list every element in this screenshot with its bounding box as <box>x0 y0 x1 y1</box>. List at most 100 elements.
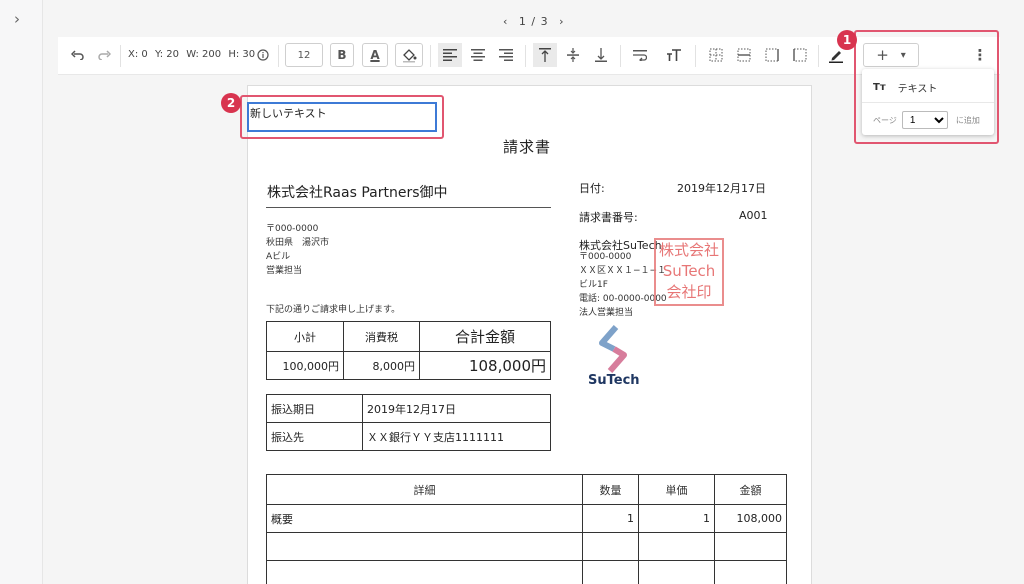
undo-icon[interactable] <box>68 43 88 67</box>
border-outer-button[interactable] <box>732 43 756 67</box>
x-value: X: 0 <box>128 49 148 60</box>
stamp-line: 株式会社 <box>658 241 719 259</box>
divider <box>430 45 431 67</box>
invoice-number-label: 請求書番号: <box>579 211 638 224</box>
client-address-line: 秋田県 湯沢市 <box>266 238 330 248</box>
align-top-button[interactable] <box>533 43 557 67</box>
client-name: 株式会社Raas Partners御中 <box>267 185 448 201</box>
invoice-number-value: A001 <box>739 209 768 222</box>
table-row <box>266 532 787 561</box>
sutech-logo-icon[interactable] <box>596 325 630 373</box>
summary-header: 合計金額 <box>419 321 551 352</box>
detail-cell <box>266 532 583 561</box>
text-wrap-button[interactable] <box>628 43 652 67</box>
info-icon[interactable] <box>255 43 271 67</box>
detail-cell <box>638 532 715 561</box>
detail-header: 数量 <box>582 474 639 505</box>
border-right-icon <box>765 48 779 62</box>
subtotal-value: 100,000円 <box>266 351 344 380</box>
align-right-button[interactable] <box>494 43 518 67</box>
left-rail: › <box>0 0 43 584</box>
text-size-button[interactable] <box>662 43 686 67</box>
vertical-align-middle-icon <box>567 48 579 62</box>
detail-cell <box>582 560 639 584</box>
detail-cell: 1 <box>638 504 715 533</box>
company-seal-stamp[interactable]: 株式会社 SuTech 会社印 <box>654 238 724 306</box>
step-badge-1: 1 <box>837 30 857 50</box>
client-address: 〒000-0000 秋田県 湯沢市 Aビル 営業担当 <box>266 222 329 278</box>
summary-header: 消費税 <box>343 321 420 352</box>
detail-cell <box>714 560 787 584</box>
detail-cell: 108,000 <box>714 504 787 533</box>
align-left-button[interactable] <box>438 43 462 67</box>
align-center-icon <box>471 49 485 61</box>
text-wrap-icon <box>633 50 647 61</box>
y-value: Y: 20 <box>154 49 180 60</box>
logo-text: SuTech <box>588 373 640 388</box>
divider <box>525 45 526 67</box>
stamp-line: 会社印 <box>666 283 712 301</box>
invoice-title: 請求書 <box>503 138 552 156</box>
detail-cell <box>638 560 715 584</box>
date-value: 2019年12月17日 <box>677 182 766 195</box>
transfer-table: 振込期日 2019年12月17日 振込先 ＸＸ銀行ＹＹ支店1111111 <box>266 394 551 451</box>
detail-table: 詳細 数量 単価 金額 概要 1 1 108,000 <box>266 474 787 584</box>
bold-button[interactable]: B <box>330 43 354 67</box>
client-address-line: 〒000-0000 <box>266 224 319 234</box>
detail-cell: 1 <box>582 504 639 533</box>
detail-header: 単価 <box>638 474 715 505</box>
stamp-line: SuTech <box>662 262 716 280</box>
date-label: 日付: <box>579 182 605 195</box>
width-value: W: 200 <box>186 49 222 60</box>
fill-color-button[interactable] <box>395 43 423 67</box>
tax-value: 8,000円 <box>343 351 420 380</box>
pen-icon <box>829 51 843 63</box>
editor-app: › ‹ 1 / 3 › X: 0 Y: 20 W: 200 H: 30 12 B… <box>0 0 1024 584</box>
transfer-value: 2019年12月17日 <box>362 394 551 423</box>
highlight-box-2 <box>240 95 444 139</box>
detail-cell <box>582 532 639 561</box>
font-color-icon: A <box>370 48 380 62</box>
table-row: 概要 1 1 108,000 <box>266 504 787 533</box>
redo-icon[interactable] <box>94 43 114 67</box>
detail-header: 金額 <box>714 474 787 505</box>
align-right-icon <box>499 49 513 61</box>
next-page-button[interactable]: › <box>559 15 564 28</box>
font-color-button[interactable]: A <box>362 43 388 67</box>
table-row <box>266 560 787 584</box>
border-all-icon <box>709 48 723 62</box>
client-address-line: Aビル <box>266 252 291 262</box>
transfer-value: ＸＸ銀行ＹＹ支店1111111 <box>362 422 551 451</box>
detail-cell <box>714 532 787 561</box>
issuer-address-line: 法人営業担当 <box>579 308 634 318</box>
total-value: 108,000円 <box>419 351 551 380</box>
detail-cell: 概要 <box>266 504 583 533</box>
border-left-button[interactable] <box>788 43 812 67</box>
expand-sidebar-icon[interactable]: › <box>14 10 20 28</box>
highlight-box-1 <box>854 30 999 144</box>
summary-table: 小計 消費税 合計金額 100,000円 8,000円 108,000円 <box>266 321 551 380</box>
request-note: 下記の通りご請求申し上げます。 <box>266 305 401 315</box>
vertical-align-top-icon <box>539 48 551 62</box>
page-indicator: 1 / 3 <box>518 15 549 28</box>
divider <box>695 45 696 67</box>
divider <box>278 45 279 67</box>
prev-page-button[interactable]: ‹ <box>503 15 508 28</box>
transfer-label: 振込先 <box>266 422 363 451</box>
client-address-line: 営業担当 <box>266 266 303 276</box>
align-center-button[interactable] <box>466 43 490 67</box>
divider <box>120 45 121 67</box>
border-right-button[interactable] <box>760 43 784 67</box>
border-outer-icon <box>737 48 751 62</box>
align-bottom-button[interactable] <box>589 43 613 67</box>
page-navigator: ‹ 1 / 3 › <box>500 15 568 28</box>
border-all-button[interactable] <box>704 43 728 67</box>
align-middle-button[interactable] <box>561 43 585 67</box>
text-size-icon <box>667 49 681 61</box>
detail-cell <box>266 560 583 584</box>
summary-header: 小計 <box>266 321 344 352</box>
font-size-input[interactable]: 12 <box>285 43 323 67</box>
divider <box>620 45 621 67</box>
paint-bucket-icon <box>403 49 417 63</box>
height-value: H: 30 <box>228 49 256 60</box>
